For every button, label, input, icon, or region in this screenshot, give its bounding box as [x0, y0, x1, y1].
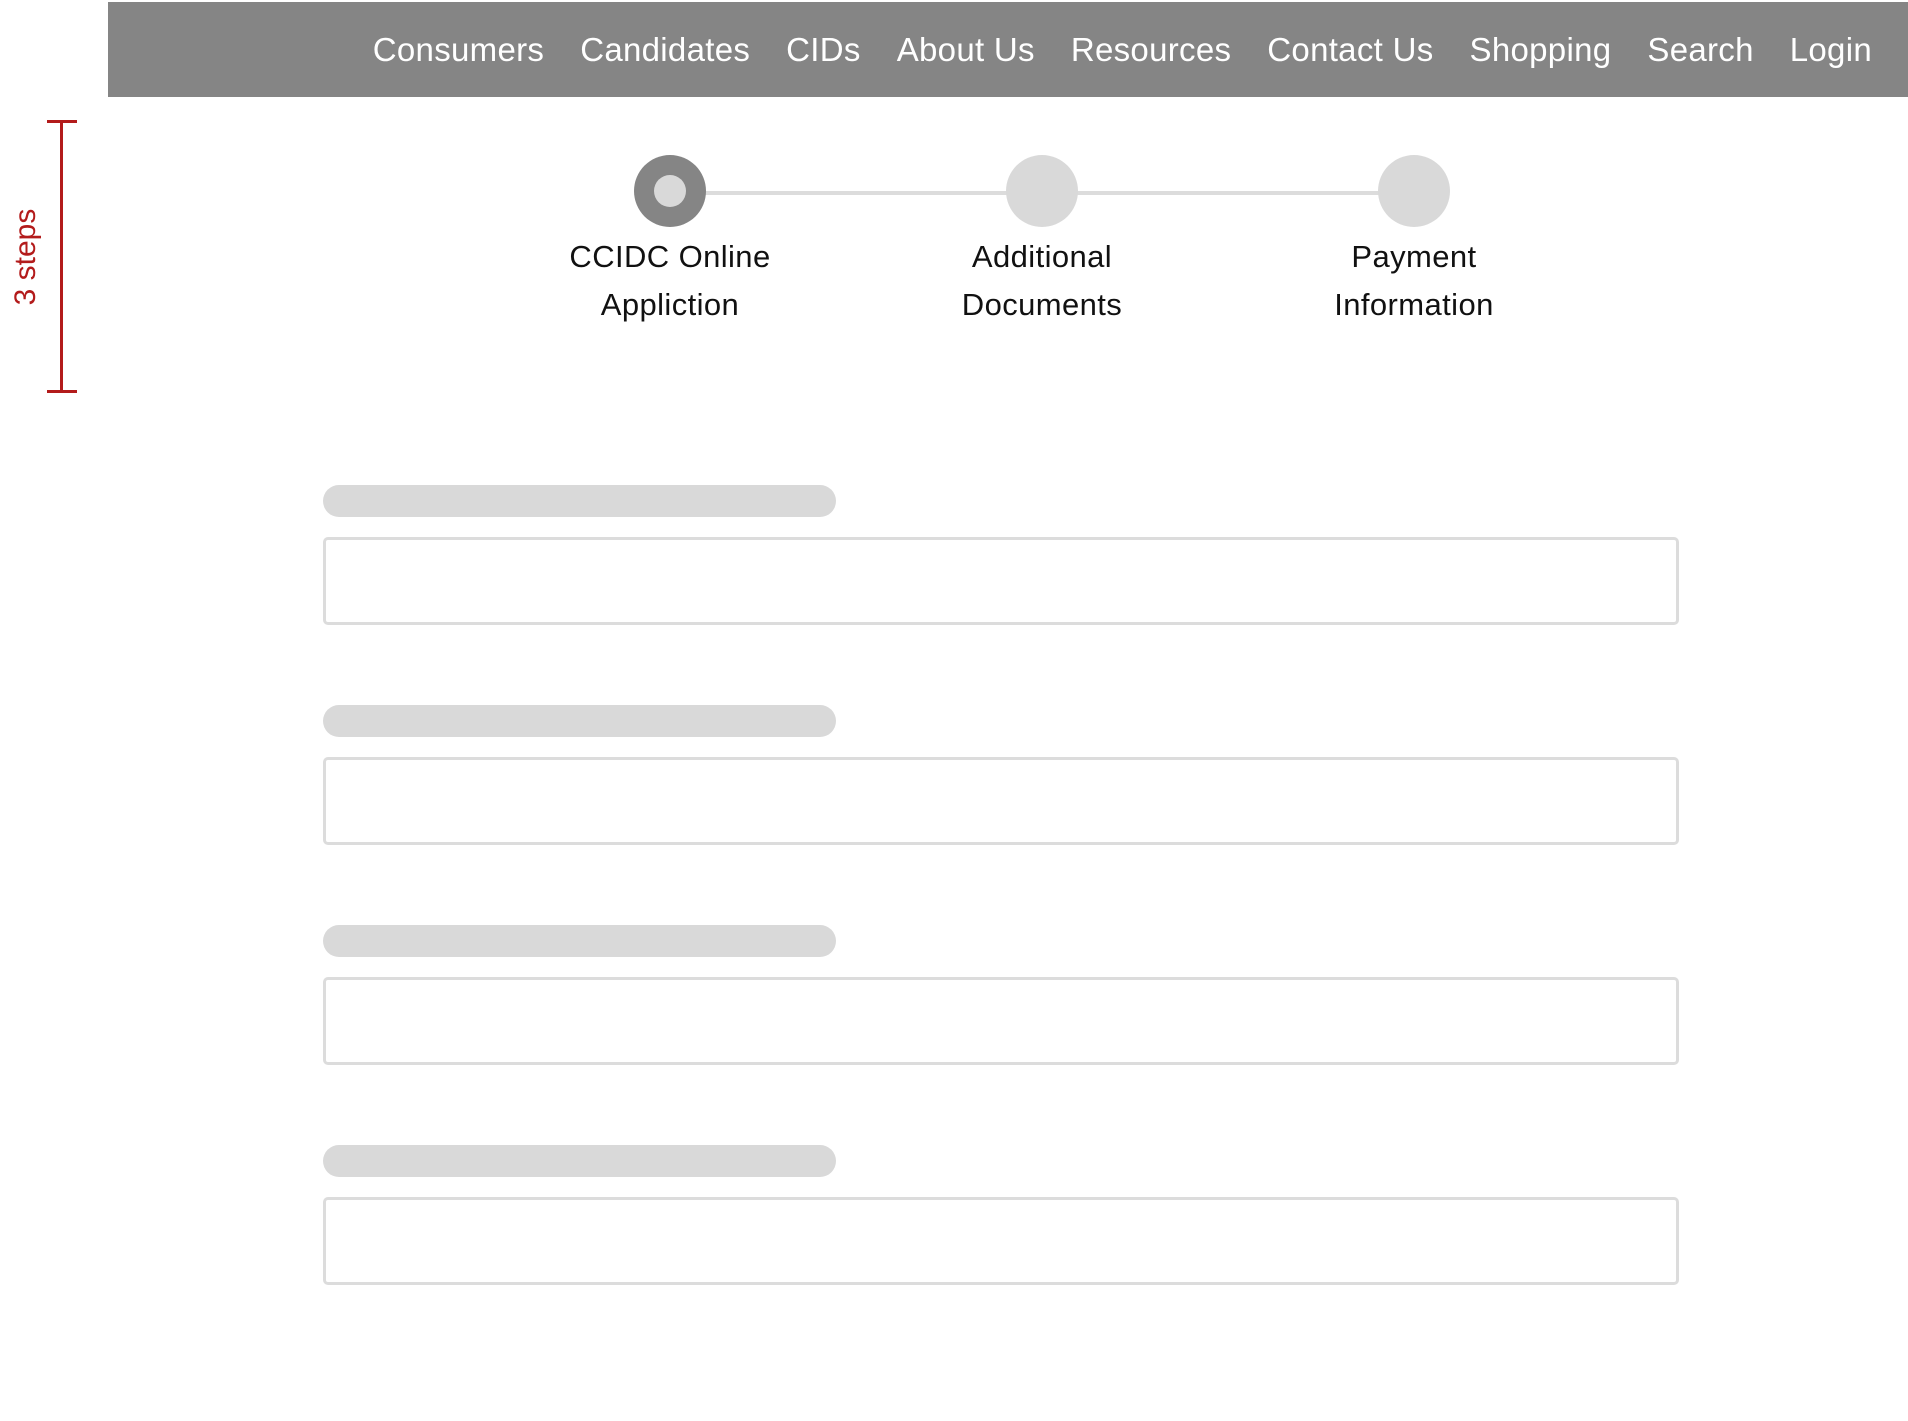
text-input-1[interactable] [323, 537, 1679, 625]
field-label-placeholder [323, 485, 836, 517]
nav-item-candidates[interactable]: Candidates [580, 31, 750, 69]
step-indicator [1006, 155, 1078, 227]
step-online-application[interactable]: CCIDC Online Appliction [540, 155, 800, 329]
nav-item-resources[interactable]: Resources [1071, 31, 1231, 69]
step-label-line2: Information [1334, 287, 1494, 322]
step-label-line1: CCIDC Online [569, 239, 771, 274]
text-input-2[interactable] [323, 757, 1679, 845]
step-indicator [1378, 155, 1450, 227]
form-field-4 [323, 1145, 1681, 1285]
nav-item-shopping[interactable]: Shopping [1470, 31, 1612, 69]
text-input-3[interactable] [323, 977, 1679, 1065]
nav-item-contact-us[interactable]: Contact Us [1267, 31, 1433, 69]
nav-item-cids[interactable]: CIDs [786, 31, 861, 69]
field-label-placeholder [323, 925, 836, 957]
form-field-3 [323, 925, 1681, 1065]
nav-item-consumers[interactable]: Consumers [373, 31, 544, 69]
field-label-placeholder [323, 1145, 836, 1177]
step-additional-documents[interactable]: Additional Documents [912, 155, 1172, 329]
nav-item-about-us[interactable]: About Us [897, 31, 1035, 69]
step-label: CCIDC Online Appliction [540, 233, 800, 329]
steps-annotation: 3 steps [0, 120, 80, 395]
step-label-line1: Payment [1351, 239, 1477, 274]
text-input-4[interactable] [323, 1197, 1679, 1285]
nav-item-search[interactable]: Search [1647, 31, 1753, 69]
step-label-line2: Documents [961, 287, 1123, 322]
step-payment-information[interactable]: Payment Information [1284, 155, 1544, 329]
annotation-label: 3 steps [9, 208, 42, 306]
progress-stepper: CCIDC Online Appliction Additional Docum… [540, 155, 1493, 335]
field-label-placeholder [323, 705, 836, 737]
form-field-2 [323, 705, 1681, 845]
step-label-line1: Additional [971, 239, 1113, 274]
nav-menu: Consumers Candidates CIDs About Us Resou… [373, 2, 1872, 97]
step-label: Payment Information [1284, 233, 1544, 329]
step-label: Additional Documents [912, 233, 1172, 329]
step-indicator-active [634, 155, 706, 227]
form-field-1 [323, 485, 1681, 625]
annotation-bracket-line [60, 122, 63, 390]
annotation-bracket-bottom [47, 390, 77, 393]
top-navbar: Consumers Candidates CIDs About Us Resou… [108, 2, 1908, 97]
step-label-line2: Appliction [600, 287, 740, 322]
nav-item-login[interactable]: Login [1790, 31, 1872, 69]
